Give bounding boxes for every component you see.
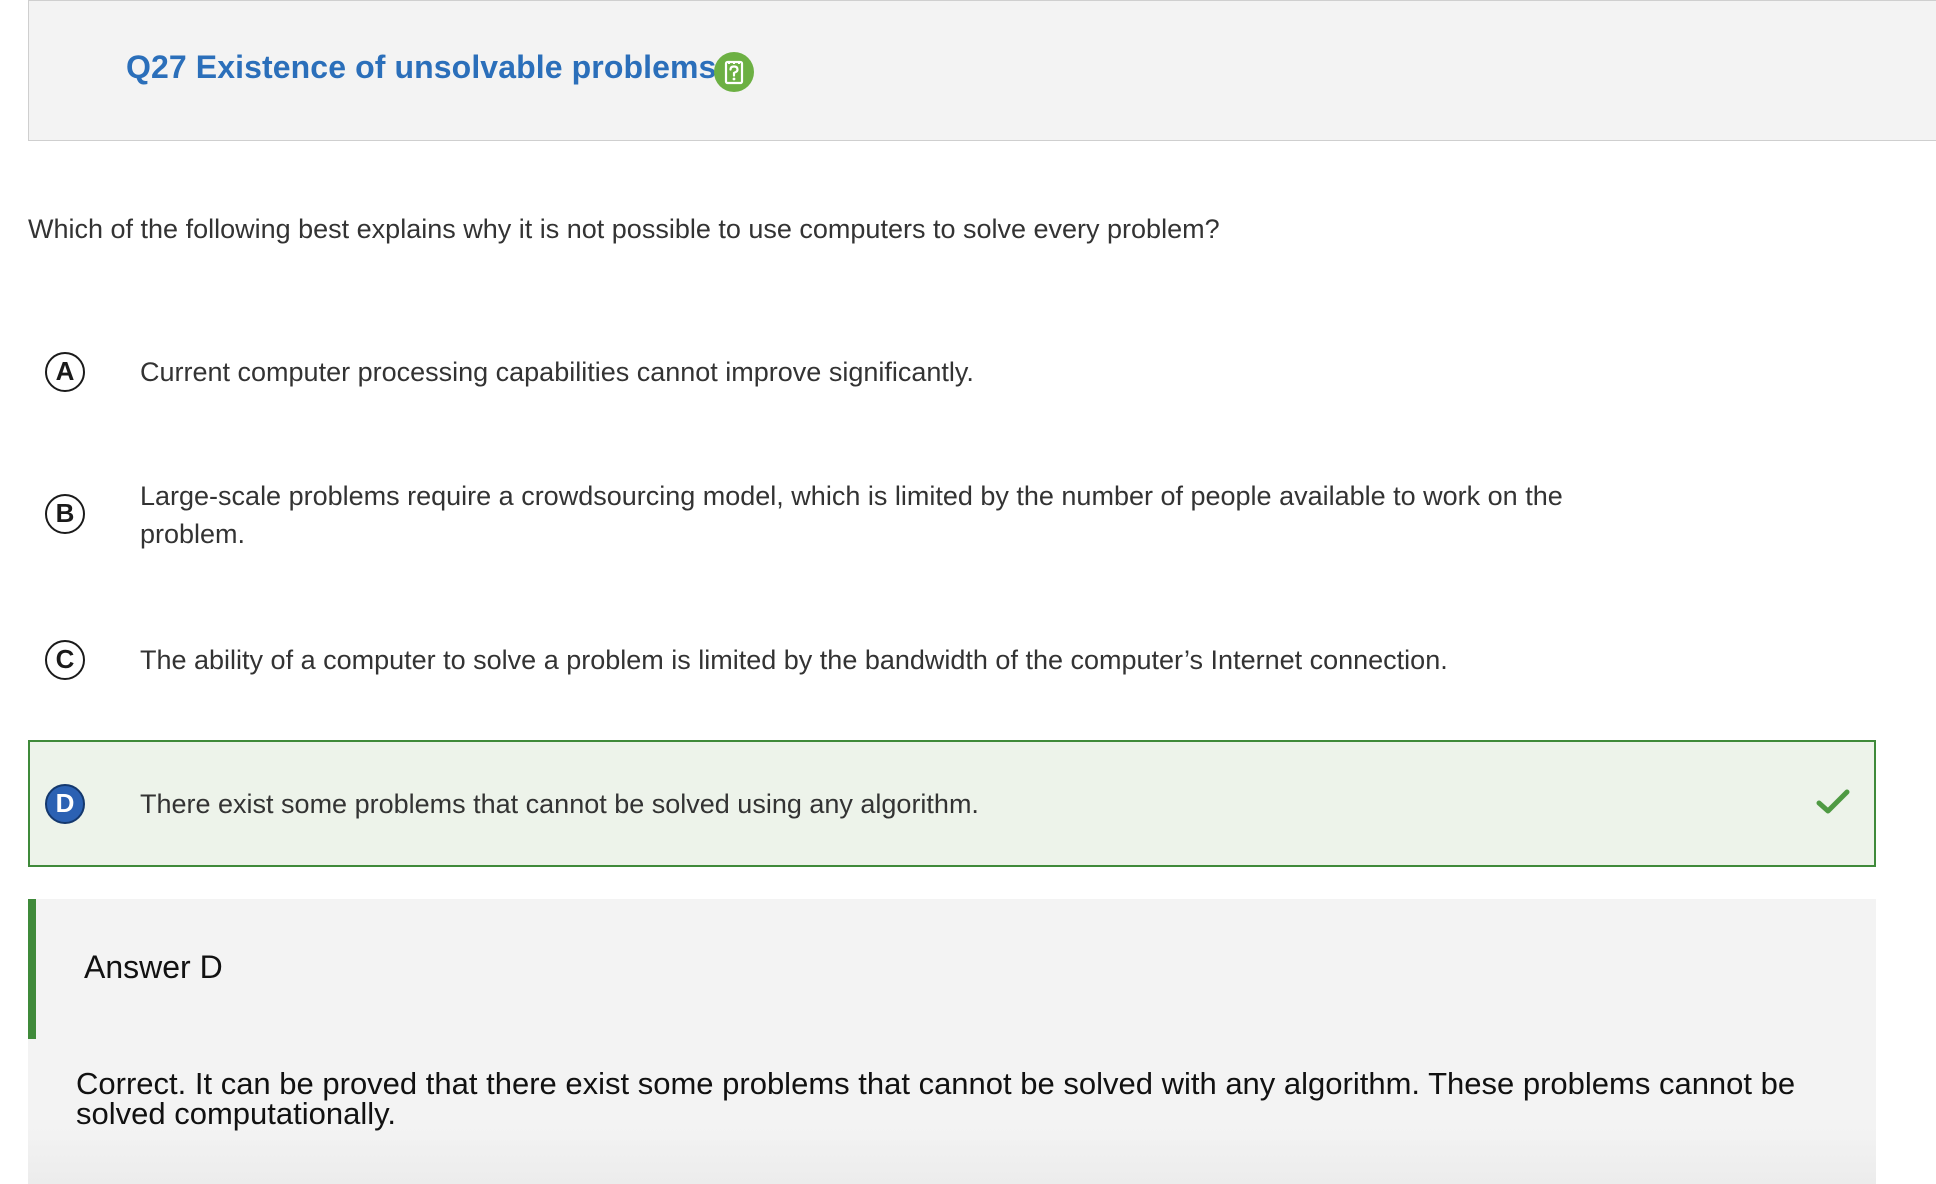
help-question-icon[interactable] [714,52,754,92]
question-header: Q27 Existence of unsolvable problems [28,0,1936,141]
option-text: Large-scale problems require a crowdsour… [140,481,1563,549]
option-letter-badge: C [45,640,85,680]
answer-accent-bar [28,899,36,1039]
option-b[interactable]: B Large-scale problems require a crowdso… [28,474,1876,564]
question-text: Which of the following best explains why… [28,214,1220,244]
checkmark-icon [1816,789,1850,814]
option-letter-badge: B [45,494,85,534]
option-text: The ability of a computer to solve a pro… [140,645,1448,675]
question-title[interactable]: Q27 Existence of unsolvable problems [126,49,716,86]
option-c[interactable]: C The ability of a computer to solve a p… [28,628,1876,692]
option-text: There exist some problems that cannot be… [140,789,979,819]
answer-explanation: Correct. It can be proved that there exi… [76,1066,1796,1131]
option-a[interactable]: A Current computer processing capabiliti… [28,340,1876,404]
answer-panel: Answer D Correct. It can be proved that … [28,899,1876,1184]
option-text: Current computer processing capabilities… [140,357,974,387]
answer-header: Answer D [28,899,1876,1039]
option-letter-badge: D [45,784,85,824]
help-question-icon-glyph [724,60,744,85]
question-page: Q27 Existence of unsolvable problems Whi… [0,0,1936,1184]
option-letter-badge: A [45,352,85,392]
option-d-selected-correct[interactable]: D There exist some problems that cannot … [28,740,1876,867]
answer-label: Answer D [84,949,223,985]
